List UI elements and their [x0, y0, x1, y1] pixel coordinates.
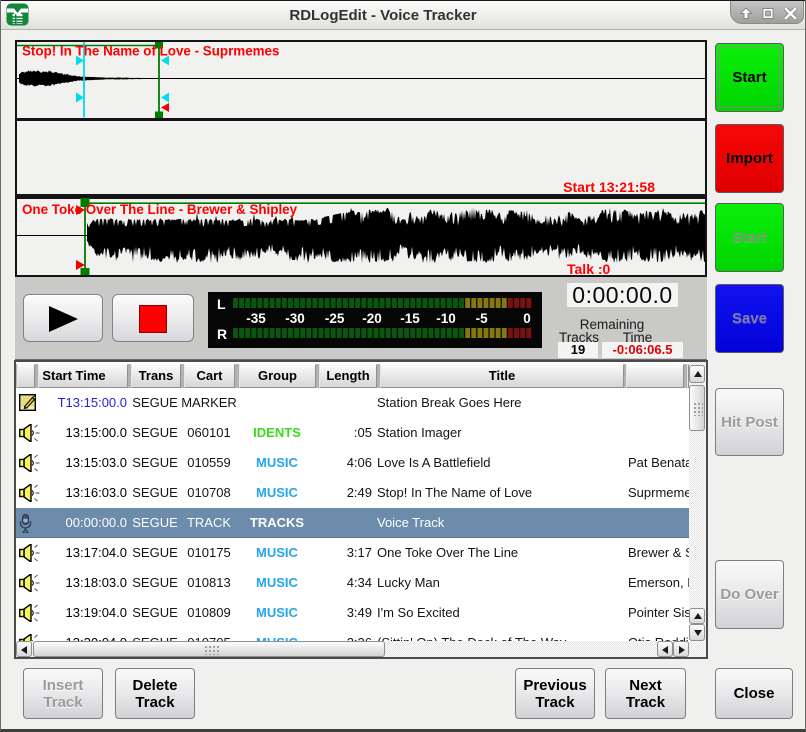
svg-text:0: 0	[523, 311, 531, 326]
svg-text:Stop! In The Name of Love - Su: Stop! In The Name of Love - Suprmemes	[22, 44, 279, 59]
svg-text:R: R	[217, 326, 227, 342]
svg-text:-15: -15	[400, 311, 420, 326]
svg-text:Start 13:21:58: Start 13:21:58	[563, 179, 655, 195]
svg-text:-5: -5	[476, 311, 488, 326]
svg-text:-25: -25	[325, 311, 345, 326]
svg-text:-20: -20	[362, 311, 382, 326]
svg-text:-10: -10	[436, 311, 456, 326]
svg-text:-30: -30	[285, 311, 305, 326]
svg-text:One Toke Over The Line - Brewe: One Toke Over The Line - Brewer & Shiple…	[22, 202, 298, 217]
svg-text:L: L	[217, 296, 226, 312]
svg-text:Talk :0: Talk :0	[567, 261, 611, 275]
svg-text:-35: -35	[246, 311, 266, 326]
